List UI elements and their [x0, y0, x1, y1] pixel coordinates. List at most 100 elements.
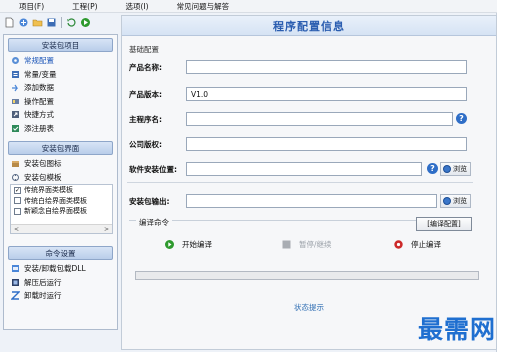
toolbar-separator [61, 17, 62, 28]
run-after-icon [11, 278, 20, 287]
menu-engineering[interactable]: 工程(P) [50, 1, 103, 12]
shortcut-icon [11, 110, 20, 119]
sidebar-item-label: 添加数据 [24, 83, 54, 93]
sidebar-item-label: 安装/卸载包载DLL [24, 264, 86, 274]
menu-bar: 项目(F) 工程(P) 选项(I) 常见问题与解答 [0, 0, 497, 13]
output-browse-button[interactable]: 浏览 [440, 194, 471, 208]
start-compile-button[interactable]: 开始编译 [165, 239, 212, 250]
sidebar-item-add-data[interactable]: 添加数据 [4, 81, 117, 95]
play-icon [165, 240, 174, 249]
sidebar-item-label: 常量/变量 [24, 69, 57, 79]
browse-icon [443, 165, 451, 173]
sidebar-item-label: 快捷方式 [24, 110, 54, 120]
section-divider [127, 182, 473, 183]
page-title: 程序配置信息 [122, 16, 496, 36]
open-icon[interactable] [18, 17, 29, 28]
stop-compile-label: 停止编译 [411, 240, 441, 249]
new-file-icon[interactable] [4, 17, 15, 28]
sidebar-item-operation-config[interactable]: 操作配置 [4, 95, 117, 109]
group-command-header[interactable]: 命令设置 [8, 246, 113, 260]
template-option-modern[interactable]: 新颖念自绘界面模板 [11, 206, 112, 217]
template-list: ✓ 传统界面类模板 传统白绘界面类模板 新颖念自绘界面模板 < > [10, 184, 113, 234]
operation-icon [11, 97, 20, 106]
sidebar-item-label: 常规配置 [24, 56, 54, 66]
checkbox[interactable] [14, 197, 21, 205]
compile-progress-bar [135, 271, 479, 280]
start-compile-label: 开始编译 [182, 240, 212, 249]
sidebar-item-label: 卸载时运行 [24, 291, 62, 301]
sidebar-item-shortcut[interactable]: 快捷方式 [4, 108, 117, 122]
main-panel: 程序配置信息 基础配置 产品名称: 产品版本: 主程序名: ? 公司版权: 软件… [121, 15, 497, 350]
config-icon [11, 56, 20, 65]
sidebar-item-label: 安装包模板 [24, 172, 62, 182]
sidebar-item-package-template[interactable]: 安装包模板 [4, 171, 117, 185]
app-window: 项目(F) 工程(P) 选项(I) 常见问题与解答 安装包项目 常规配置 常量/… [0, 0, 497, 352]
add-data-icon [11, 83, 20, 92]
sidebar-item-label: 操作配置 [24, 96, 54, 106]
template-icon [11, 173, 20, 182]
browse-label: 浏览 [453, 197, 467, 205]
scroll-right-arrow[interactable]: > [104, 226, 109, 233]
run-icon[interactable] [80, 17, 91, 28]
dll-icon [11, 264, 20, 273]
sidebar-item-label: 安装包图标 [24, 159, 62, 169]
browse-label: 浏览 [453, 165, 467, 173]
compile-config-button[interactable]: [编译配置] [416, 217, 472, 231]
uninstall-run-icon [11, 291, 20, 300]
install-path-browse-button[interactable]: 浏览 [440, 162, 471, 176]
product-name-label: 产品名称: [129, 63, 162, 72]
main-exe-label: 主程序名: [129, 115, 162, 124]
pause-icon [282, 240, 291, 249]
template-option-label: 新颖念自绘界面模板 [24, 207, 87, 216]
sidebar-item-dll[interactable]: 安装/卸载包载DLL [4, 262, 117, 276]
group-project-header[interactable]: 安装包项目 [8, 38, 113, 52]
sidebar-item-uninstall-run[interactable]: 卸载时运行 [4, 289, 117, 303]
stop-compile-button[interactable]: 停止编译 [394, 239, 441, 250]
open-folder-icon[interactable] [32, 17, 43, 28]
sidebar-item-label: 添注册表 [24, 123, 54, 133]
sidebar-item-label: 解压后运行 [24, 277, 62, 287]
pause-resume-label: 暂停/继续 [299, 240, 332, 249]
product-name-input[interactable] [186, 60, 467, 74]
install-path-input[interactable] [186, 162, 422, 176]
sidebar-item-general-config[interactable]: 常规配置 [4, 54, 117, 68]
sidebar-item-package-icon[interactable]: 安装包图标 [4, 157, 117, 171]
output-input[interactable] [186, 194, 437, 208]
copyright-label: 公司版权: [129, 140, 162, 149]
menu-project[interactable]: 项目(F) [0, 1, 50, 12]
sidebar-item-registry[interactable]: 添注册表 [4, 122, 117, 136]
checkbox-checked[interactable]: ✓ [14, 186, 21, 194]
group-ui-header[interactable]: 安装包界面 [8, 141, 113, 155]
registry-icon [11, 124, 20, 133]
compile-section-label: 编译命令 [136, 217, 172, 228]
save-icon[interactable] [46, 17, 57, 28]
basic-config-section-label: 基础配置 [129, 45, 159, 54]
sidebar-item-variables[interactable]: 常量/变量 [4, 68, 117, 82]
pause-resume-button[interactable]: 暂停/继续 [282, 239, 332, 250]
variables-icon [11, 70, 20, 79]
scroll-left-arrow[interactable]: < [14, 226, 19, 233]
help-icon[interactable]: ? [456, 113, 467, 124]
checkbox[interactable] [14, 207, 21, 215]
output-label: 安装包输出: [129, 197, 170, 206]
install-path-label: 软件安装位置: [129, 165, 177, 174]
product-version-input[interactable] [186, 87, 467, 101]
template-option-classic-custom[interactable]: 传统白绘界面类模板 [11, 196, 112, 207]
template-option-classic[interactable]: ✓ 传统界面类模板 [11, 185, 112, 196]
toolbar [0, 14, 118, 31]
main-exe-input[interactable] [186, 112, 453, 126]
package-icon [11, 159, 20, 168]
template-option-label: 传统白绘界面类模板 [24, 196, 87, 205]
horizontal-scrollbar[interactable]: < > [11, 224, 112, 233]
help-icon[interactable]: ? [427, 163, 438, 174]
template-option-label: 传统界面类模板 [24, 186, 73, 195]
refresh-icon[interactable] [66, 17, 77, 28]
product-version-label: 产品版本: [129, 90, 162, 99]
menu-faq[interactable]: 常见问题与解答 [155, 1, 236, 12]
browse-icon [443, 197, 451, 205]
watermark-logo: 最需网 [418, 315, 497, 344]
sidebar-item-run-after-extract[interactable]: 解压后运行 [4, 276, 117, 290]
stop-icon [394, 240, 403, 249]
menu-options[interactable]: 选项(I) [104, 1, 155, 12]
copyright-input[interactable] [186, 137, 467, 151]
